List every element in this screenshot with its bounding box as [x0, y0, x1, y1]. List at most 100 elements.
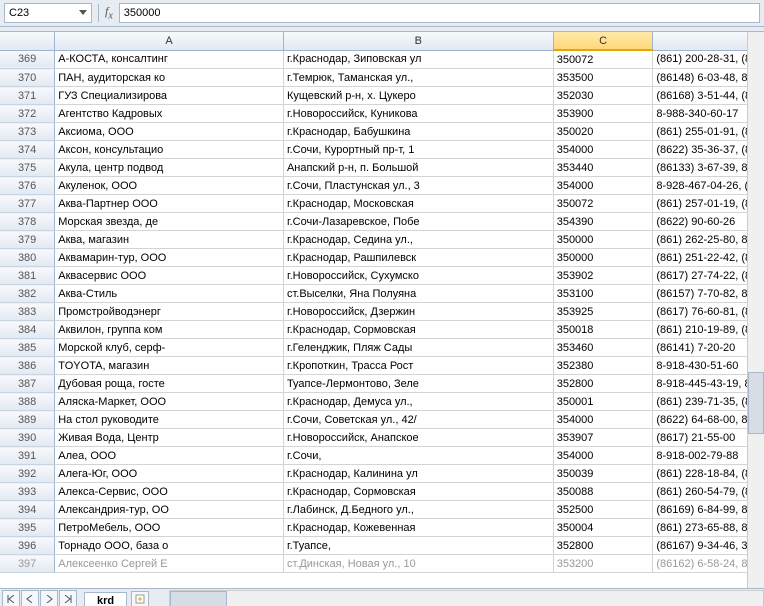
row-header[interactable]: 393: [0, 483, 55, 501]
cell[interactable]: 354000: [553, 177, 653, 195]
cell[interactable]: г.Туапсе,: [283, 537, 553, 555]
row-header[interactable]: 381: [0, 267, 55, 285]
row-header[interactable]: 370: [0, 69, 55, 87]
cell[interactable]: 353907: [553, 429, 653, 447]
row-header[interactable]: 397: [0, 555, 55, 573]
cell[interactable]: 352800: [553, 375, 653, 393]
cell[interactable]: Алекса-Сервис, ООО: [55, 483, 284, 501]
cell[interactable]: 350001: [553, 393, 653, 411]
row-header[interactable]: 371: [0, 87, 55, 105]
cell[interactable]: ПАН, аудиторская ко: [55, 69, 284, 87]
cell[interactable]: Дубовая роща, госте: [55, 375, 284, 393]
cell[interactable]: Туапсе-Лермонтово, Зеле: [283, 375, 553, 393]
cell[interactable]: г.Краснодар, Зиповская ул: [283, 50, 553, 69]
fx-icon[interactable]: fx: [105, 4, 113, 21]
tab-nav-first-icon[interactable]: [2, 590, 20, 606]
row-header[interactable]: 383: [0, 303, 55, 321]
tab-nav-last-icon[interactable]: [59, 590, 77, 606]
cell[interactable]: 353900: [553, 105, 653, 123]
row-header[interactable]: 380: [0, 249, 55, 267]
row-header[interactable]: 378: [0, 213, 55, 231]
cell[interactable]: 350020: [553, 123, 653, 141]
row-header[interactable]: 389: [0, 411, 55, 429]
column-header-B[interactable]: B: [283, 32, 553, 50]
name-box-dropdown-icon[interactable]: [77, 7, 89, 19]
cell[interactable]: 352030: [553, 87, 653, 105]
row-header[interactable]: 385: [0, 339, 55, 357]
cell[interactable]: 354390: [553, 213, 653, 231]
cell[interactable]: г.Сочи, Пластунская ул., 3: [283, 177, 553, 195]
cell[interactable]: г.Краснодар, Рашпилевск: [283, 249, 553, 267]
cell[interactable]: 352800: [553, 537, 653, 555]
cell[interactable]: 354000: [553, 141, 653, 159]
cell[interactable]: Промстройводэнерг: [55, 303, 284, 321]
cell[interactable]: Аква-Партнер ООО: [55, 195, 284, 213]
cell[interactable]: 354000: [553, 447, 653, 465]
row-header[interactable]: 377: [0, 195, 55, 213]
row-header[interactable]: 396: [0, 537, 55, 555]
tab-nav-next-icon[interactable]: [40, 590, 58, 606]
cell[interactable]: Аляска-Маркет, ООО: [55, 393, 284, 411]
cell[interactable]: 353500: [553, 69, 653, 87]
cell[interactable]: Агентство Кадровых: [55, 105, 284, 123]
row-header[interactable]: 374: [0, 141, 55, 159]
cell[interactable]: 353902: [553, 267, 653, 285]
cell[interactable]: Аква, магазин: [55, 231, 284, 249]
grid[interactable]: ABCDEF 369А-КОСТА, консалтингг.Краснодар…: [0, 32, 764, 588]
cell[interactable]: Аксон, консультацио: [55, 141, 284, 159]
cell[interactable]: TOYOTA, магазин: [55, 357, 284, 375]
cell[interactable]: А-КОСТА, консалтинг: [55, 50, 284, 69]
cell[interactable]: г.Краснодар, Московская: [283, 195, 553, 213]
cell[interactable]: 353925: [553, 303, 653, 321]
row-header[interactable]: 372: [0, 105, 55, 123]
cell[interactable]: г.Краснодар, Кожевенная: [283, 519, 553, 537]
formula-input[interactable]: 350000: [119, 3, 760, 23]
cell[interactable]: 353460: [553, 339, 653, 357]
cell[interactable]: Аквилон, группа ком: [55, 321, 284, 339]
column-header-A[interactable]: A: [55, 32, 284, 50]
cell[interactable]: г.Новороссийск, Куникова: [283, 105, 553, 123]
row-header[interactable]: 384: [0, 321, 55, 339]
cell[interactable]: г.Краснодар, Демуса ул.,: [283, 393, 553, 411]
cell[interactable]: Алеа, ООО: [55, 447, 284, 465]
cell[interactable]: Акула, центр подвод: [55, 159, 284, 177]
cell[interactable]: г.Сочи-Лазаревское, Побе: [283, 213, 553, 231]
cell[interactable]: г.Кропоткин, Трасса Рост: [283, 357, 553, 375]
row-header[interactable]: 375: [0, 159, 55, 177]
cell[interactable]: г.Краснодар, Калинина ул: [283, 465, 553, 483]
cell[interactable]: Алега-Юг, ООО: [55, 465, 284, 483]
row-header[interactable]: 394: [0, 501, 55, 519]
cell[interactable]: 352500: [553, 501, 653, 519]
cell[interactable]: Акуленок, ООО: [55, 177, 284, 195]
cell[interactable]: Аксиома, ООО: [55, 123, 284, 141]
cell[interactable]: г.Новороссийск, Сухумско: [283, 267, 553, 285]
cell[interactable]: 353200: [553, 555, 653, 573]
cell[interactable]: 353440: [553, 159, 653, 177]
cell[interactable]: г.Сочи, Советская ул., 42/: [283, 411, 553, 429]
cell[interactable]: г.Краснодар, Седина ул.,: [283, 231, 553, 249]
cell[interactable]: 350039: [553, 465, 653, 483]
name-box[interactable]: C23: [4, 3, 92, 23]
insert-sheet-icon[interactable]: [131, 591, 149, 606]
cell[interactable]: На стол руководите: [55, 411, 284, 429]
cell[interactable]: Аквамарин-тур, ООО: [55, 249, 284, 267]
cell[interactable]: г.Краснодар, Сормовская: [283, 321, 553, 339]
cell[interactable]: 350088: [553, 483, 653, 501]
cell[interactable]: 352380: [553, 357, 653, 375]
cell[interactable]: Живая Вода, Центр: [55, 429, 284, 447]
horizontal-scroll-thumb[interactable]: [170, 591, 227, 606]
vertical-scroll-thumb[interactable]: [748, 372, 764, 434]
cell[interactable]: г.Лабинск, Д.Бедного ул.,: [283, 501, 553, 519]
cell[interactable]: 350072: [553, 195, 653, 213]
cell[interactable]: 350000: [553, 249, 653, 267]
cell[interactable]: г.Геленджик, Пляж Сады: [283, 339, 553, 357]
vertical-scrollbar[interactable]: [747, 32, 764, 588]
cell[interactable]: г.Темрюк, Таманская ул.,: [283, 69, 553, 87]
cell[interactable]: г.Сочи,: [283, 447, 553, 465]
cell[interactable]: 354000: [553, 411, 653, 429]
cell[interactable]: ГУЗ Специализирова: [55, 87, 284, 105]
cell[interactable]: Кущевский р-н, х. Цукеро: [283, 87, 553, 105]
cell[interactable]: Аквасервис ООО: [55, 267, 284, 285]
cell[interactable]: г.Новороссийск, Дзержин: [283, 303, 553, 321]
cell[interactable]: Анапский р-н, п. Большой: [283, 159, 553, 177]
